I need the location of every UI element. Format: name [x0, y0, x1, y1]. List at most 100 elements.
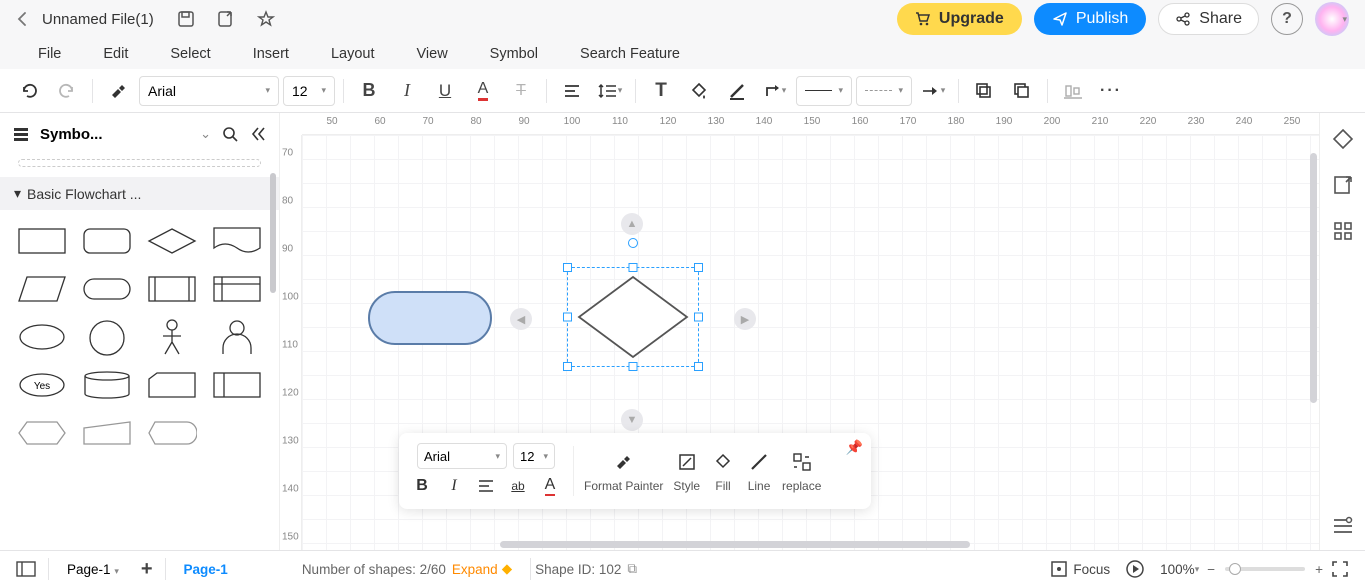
- shape-database[interactable]: [79, 366, 136, 404]
- shape-predefined[interactable]: [144, 270, 201, 308]
- bring-front-button[interactable]: [967, 74, 1001, 108]
- menu-insert[interactable]: Insert: [253, 46, 289, 62]
- connector-type-button[interactable]: ▾: [758, 74, 792, 108]
- shape-actor[interactable]: [144, 318, 201, 356]
- add-page-button[interactable]: +: [133, 555, 161, 583]
- zoom-slider[interactable]: [1225, 567, 1305, 571]
- mini-font-color-button[interactable]: A: [537, 473, 563, 499]
- resize-handle-bl[interactable]: [563, 362, 572, 371]
- line-color-button[interactable]: [720, 74, 754, 108]
- expand-button[interactable]: Expand: [452, 562, 498, 577]
- format-painter-button[interactable]: [101, 74, 135, 108]
- menu-file[interactable]: File: [38, 46, 61, 62]
- focus-button[interactable]: Focus: [1042, 555, 1118, 583]
- resize-handle-bm[interactable]: [629, 362, 638, 371]
- copy-icon[interactable]: ⧉: [627, 561, 637, 577]
- line-dash-select[interactable]: ▾: [856, 76, 912, 106]
- present-button[interactable]: [1118, 555, 1152, 583]
- quick-connect-right[interactable]: ▶: [734, 308, 756, 330]
- expand-libraries-button[interactable]: ⌄: [200, 126, 211, 142]
- undo-button[interactable]: [12, 74, 46, 108]
- help-button[interactable]: ?: [1271, 3, 1303, 35]
- menu-edit[interactable]: Edit: [103, 46, 128, 62]
- shape-ellipse[interactable]: [14, 318, 71, 356]
- mini-italic-button[interactable]: I: [441, 473, 467, 499]
- shape-internal-storage[interactable]: [208, 270, 265, 308]
- menu-view[interactable]: View: [417, 46, 448, 62]
- settings-list-icon[interactable]: [1329, 512, 1357, 540]
- apps-icon[interactable]: [1329, 217, 1357, 245]
- file-title[interactable]: Unnamed File(1): [42, 11, 154, 28]
- shape-document[interactable]: [208, 222, 265, 260]
- font-color-button[interactable]: A: [466, 74, 500, 108]
- shape-display[interactable]: [144, 414, 201, 452]
- resize-handle-tl[interactable]: [563, 263, 572, 272]
- align-button[interactable]: [555, 74, 589, 108]
- star-icon[interactable]: [252, 5, 280, 33]
- canvas-scrollbar-horizontal[interactable]: [500, 541, 970, 548]
- selection-box[interactable]: [567, 267, 699, 367]
- theme-icon[interactable]: [1329, 125, 1357, 153]
- upgrade-button[interactable]: Upgrade: [897, 3, 1022, 35]
- mini-replace-icon[interactable]: [789, 449, 815, 475]
- italic-button[interactable]: I: [390, 74, 424, 108]
- menu-select[interactable]: Select: [170, 46, 210, 62]
- shape-data[interactable]: [14, 270, 71, 308]
- resize-handle-mr[interactable]: [694, 313, 703, 322]
- quick-connect-up[interactable]: ▲: [621, 213, 643, 235]
- mini-text-case-button[interactable]: ab: [505, 473, 531, 499]
- shape-card[interactable]: [144, 366, 201, 404]
- resize-handle-tr[interactable]: [694, 263, 703, 272]
- mini-bold-button[interactable]: B: [409, 473, 435, 499]
- font-select[interactable]: Arial▾: [139, 76, 279, 106]
- rotate-handle[interactable]: [628, 238, 638, 248]
- outline-button[interactable]: [8, 555, 44, 583]
- align-objects-button[interactable]: [1056, 74, 1090, 108]
- resize-handle-ml[interactable]: [563, 313, 572, 322]
- shape-circle[interactable]: [79, 318, 136, 356]
- export-icon[interactable]: [212, 5, 240, 33]
- fullscreen-button[interactable]: [1323, 555, 1357, 583]
- strikethrough-button[interactable]: T: [504, 74, 538, 108]
- publish-button[interactable]: Publish: [1034, 3, 1146, 35]
- pin-button[interactable]: 📌: [846, 439, 863, 456]
- panel-scrollbar[interactable]: [270, 173, 276, 293]
- page-tab-active[interactable]: Page-1: [170, 562, 242, 577]
- mini-align-button[interactable]: [473, 473, 499, 499]
- mini-font-select[interactable]: Arial▾: [417, 443, 507, 469]
- font-size-select[interactable]: 12▾: [283, 76, 335, 106]
- export-panel-icon[interactable]: [1329, 171, 1357, 199]
- mini-style-icon[interactable]: [674, 449, 700, 475]
- category-header[interactable]: ▾Basic Flowchart ...: [0, 177, 279, 210]
- shape-hexagon[interactable]: [14, 414, 71, 452]
- user-avatar[interactable]: ▾: [1315, 2, 1349, 36]
- mini-fill-icon[interactable]: [710, 449, 736, 475]
- arrow-style-button[interactable]: ▾: [916, 74, 950, 108]
- line-style-select[interactable]: ▾: [796, 76, 852, 106]
- collapse-panel-button[interactable]: [249, 125, 267, 143]
- zoom-level[interactable]: 100% ▾: [1152, 555, 1207, 583]
- canvas-shape-terminator[interactable]: [368, 291, 492, 345]
- line-spacing-button[interactable]: ▾: [593, 74, 627, 108]
- quick-connect-left[interactable]: ◀: [510, 308, 532, 330]
- quick-connect-down[interactable]: ▼: [621, 409, 643, 431]
- menu-symbol[interactable]: Symbol: [490, 46, 538, 62]
- bold-button[interactable]: B: [352, 74, 386, 108]
- shape-user[interactable]: [208, 318, 265, 356]
- back-button[interactable]: [8, 4, 38, 34]
- canvas-scrollbar-vertical[interactable]: [1310, 153, 1317, 403]
- shape-process[interactable]: [14, 222, 71, 260]
- text-tool-button[interactable]: T: [644, 74, 678, 108]
- fill-color-button[interactable]: [682, 74, 716, 108]
- shape-terminator[interactable]: [79, 270, 136, 308]
- menu-layout[interactable]: Layout: [331, 46, 375, 62]
- zoom-in-button[interactable]: +: [1315, 562, 1323, 577]
- send-back-button[interactable]: [1005, 74, 1039, 108]
- shape-decision[interactable]: [144, 222, 201, 260]
- save-icon[interactable]: [172, 5, 200, 33]
- search-icon[interactable]: [221, 125, 239, 143]
- canvas[interactable]: 5060708090100110120130140150160170180190…: [280, 113, 1319, 550]
- shape-rounded-rect[interactable]: [79, 222, 136, 260]
- shape-stored-data[interactable]: [208, 366, 265, 404]
- zoom-thumb[interactable]: [1229, 563, 1241, 575]
